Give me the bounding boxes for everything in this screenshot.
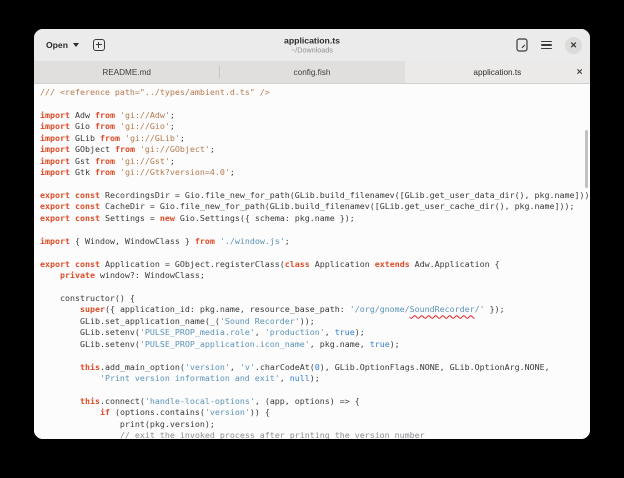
desktop-background: Open application.ts ~/Downloads <box>0 0 624 478</box>
text-editor-window: Open application.ts ~/Downloads <box>34 29 590 439</box>
tab-label: config.fish <box>294 68 331 77</box>
headerbar-right-group: ✕ <box>516 37 582 54</box>
tab-label: application.ts <box>473 68 521 77</box>
tab-close-icon[interactable]: ✕ <box>576 68 583 77</box>
open-button[interactable]: Open <box>44 36 81 54</box>
window-title-area: application.ts ~/Downloads <box>284 35 340 54</box>
tab-readme[interactable]: README.md <box>34 61 219 83</box>
tab-application-ts[interactable]: application.ts ✕ <box>405 61 590 83</box>
window-close-button[interactable]: ✕ <box>565 37 582 54</box>
window-subtitle: ~/Downloads <box>284 46 340 54</box>
code-content: /// <reference path="../types/ambient.d.… <box>34 84 590 439</box>
menu-button[interactable] <box>541 41 552 50</box>
vertical-scrollbar[interactable] <box>585 130 588 188</box>
window-title: application.ts <box>284 35 340 45</box>
headerbar: Open application.ts ~/Downloads <box>34 29 590 61</box>
chevron-down-icon <box>73 43 79 47</box>
open-button-label: Open <box>46 40 68 50</box>
tab-config-fish[interactable]: config.fish <box>219 61 404 83</box>
tab-bar: README.md config.fish application.ts ✕ <box>34 61 590 84</box>
close-icon: ✕ <box>570 40 577 51</box>
document-info-icon[interactable] <box>516 38 528 52</box>
new-tab-button[interactable] <box>93 39 105 51</box>
tab-label: README.md <box>102 68 151 77</box>
headerbar-left-group: Open <box>44 36 105 54</box>
code-editor[interactable]: /// <reference path="../types/ambient.d.… <box>34 84 590 439</box>
